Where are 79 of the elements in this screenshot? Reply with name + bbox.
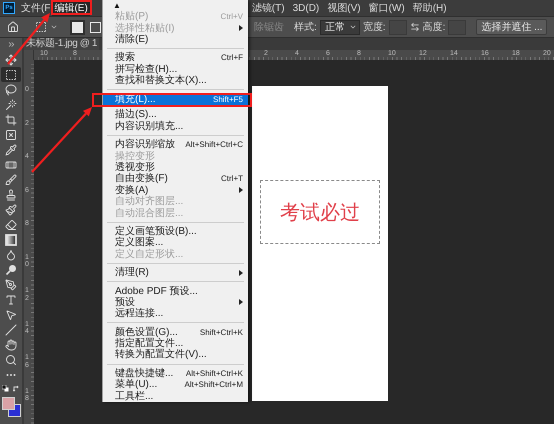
menu-item[interactable]: 内容识别填充... <box>103 120 248 132</box>
eyedropper-icon <box>5 144 17 156</box>
brush-icon <box>5 174 17 186</box>
menu-item[interactable]: 清理(R) <box>103 266 248 278</box>
menu-item[interactable]: 预设 <box>103 296 248 308</box>
marquee-icon[interactable] <box>35 21 47 33</box>
shortcut-text: Alt+Shift+Ctrl+K <box>186 368 243 379</box>
hand-icon <box>5 338 17 350</box>
crop-icon <box>5 114 17 126</box>
menu-item[interactable]: 自由变换(F) Ctrl+T <box>103 173 248 185</box>
menu-title[interactable]: 3D(D) <box>290 2 322 14</box>
gradient-icon <box>5 234 17 246</box>
caret-icon <box>348 23 357 31</box>
shortcut-text: Alt+Shift+Ctrl+C <box>185 139 243 150</box>
pen-icon <box>5 278 17 290</box>
marquee-icon <box>5 68 17 80</box>
shortcut-text: Ctrl+T <box>221 173 243 184</box>
selection-mode-button[interactable] <box>88 20 103 34</box>
scroll-up-glyph[interactable]: ▲ <box>103 0 248 11</box>
style-select[interactable]: 正常 <box>320 20 360 34</box>
menu-item[interactable]: 清除(E) <box>103 34 248 46</box>
swap-icon[interactable] <box>410 22 420 32</box>
menu-title[interactable]: 窗口(W) <box>366 0 407 16</box>
document-text: 考试必过 <box>280 198 360 226</box>
menu-item[interactable]: Adobe PDF 预设... <box>103 285 248 297</box>
caret-icon[interactable] <box>50 23 58 31</box>
default-colors-icon[interactable] <box>2 384 9 392</box>
menu-title[interactable]: 滤镜(T) <box>250 0 287 16</box>
menu-item[interactable]: 定义图案... <box>103 237 248 249</box>
type-icon <box>5 294 17 306</box>
menu-title[interactable]: 视图(V) <box>325 0 363 16</box>
magic-wand-icon <box>5 98 17 110</box>
width-label: 宽度: <box>362 20 386 34</box>
menu-item[interactable]: 内容识别缩放 Alt+Shift+Ctrl+C <box>103 139 248 150</box>
menu-item[interactable]: 透视变形 <box>103 162 248 174</box>
pointer-icon <box>5 308 17 320</box>
annotation-arrow <box>31 107 92 173</box>
highlight-frame <box>51 0 92 15</box>
menu-item[interactable]: 定义画笔预设(B)... <box>103 226 248 238</box>
menu-title[interactable]: 帮助(H) <box>410 0 449 16</box>
shortcut-text: Ctrl+V <box>220 11 243 22</box>
paintbrush-icon <box>5 204 17 216</box>
shortcut-text: Alt+Shift+Ctrl+M <box>184 379 243 390</box>
move-icon <box>5 54 17 66</box>
swap-colors-icon[interactable] <box>13 384 20 392</box>
select-and-mask-button[interactable]: 选择并遮住 ... <box>476 19 548 35</box>
bandage-icon <box>5 158 17 170</box>
eraser-icon <box>5 218 17 230</box>
shortcut-text: Shift+Ctrl+K <box>200 326 243 338</box>
collapse-icon[interactable] <box>6 40 16 49</box>
line-icon <box>5 324 17 336</box>
stamp-icon <box>5 188 17 200</box>
menu-item[interactable]: 转换为配置文件(V)... <box>103 349 248 361</box>
menu-title[interactable]: 文件(F <box>19 0 52 16</box>
menu-item[interactable]: 指定配置文件... <box>103 338 248 350</box>
menu-item[interactable]: 工具栏... <box>103 390 248 402</box>
menu-item[interactable]: 搜索 Ctrl+F <box>103 52 248 64</box>
menu-item[interactable]: 变换(A) <box>103 184 248 196</box>
menu-item[interactable]: 拼写检查(H)... <box>103 64 248 75</box>
home-icon[interactable] <box>7 21 19 33</box>
lasso-icon <box>5 84 17 96</box>
document-tab[interactable]: 未标题-1.jpg @ 1 <box>24 38 100 50</box>
droplet-icon <box>5 248 17 260</box>
menu-item[interactable]: 描边(S)... <box>103 109 248 121</box>
selection-mode-button[interactable] <box>70 20 85 34</box>
zoom-icon <box>5 354 17 366</box>
color-swatches-icon[interactable] <box>0 396 22 418</box>
shortcut-text: Shift+F5 <box>212 94 243 105</box>
menu-item[interactable]: 查找和替换文本(X)... <box>103 74 248 86</box>
tool-button[interactable] <box>1 67 21 82</box>
menu-item[interactable]: 颜色设置(G)... Shift+Ctrl+K <box>103 326 248 338</box>
style-label: 样式: <box>294 20 317 34</box>
frame-icon <box>5 128 17 140</box>
menu-item[interactable]: 远程连接... <box>103 308 248 320</box>
menu-item[interactable]: 菜单(U)... Alt+Shift+Ctrl+M <box>103 379 248 390</box>
height-label: 高度: <box>422 20 446 34</box>
menu-item[interactable]: 键盘快捷键... Alt+Shift+Ctrl+K <box>103 368 248 380</box>
shortcut-text: Ctrl+F <box>221 52 243 64</box>
dodge-icon <box>5 264 17 276</box>
